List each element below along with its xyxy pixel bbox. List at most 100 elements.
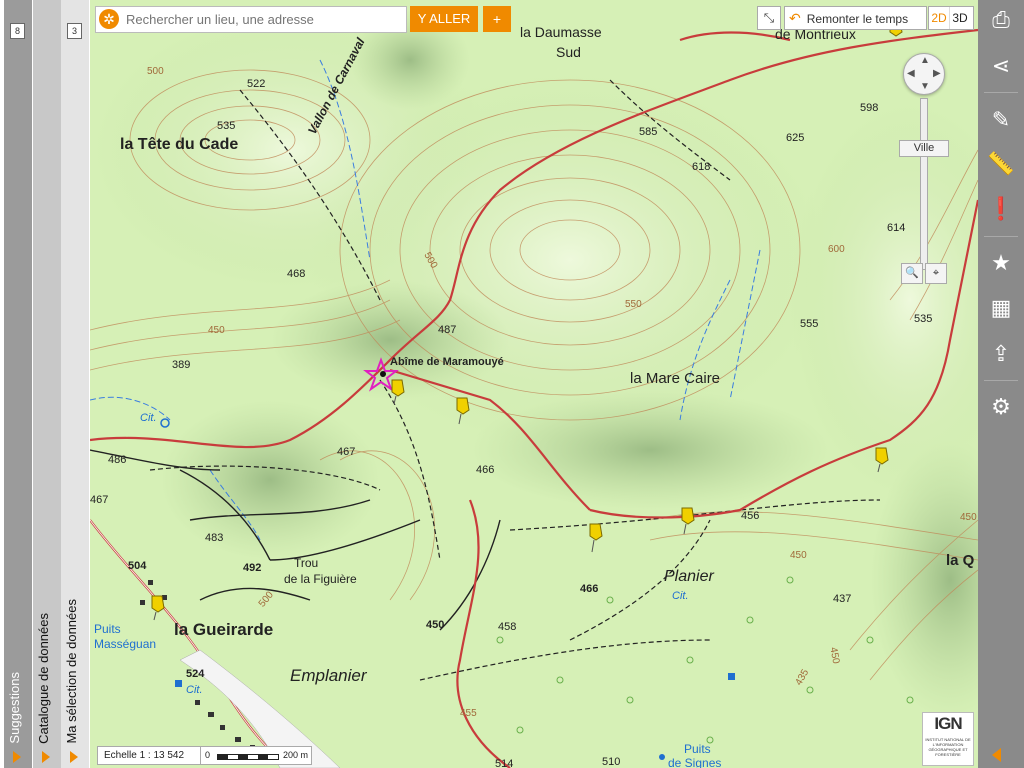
elevation-label: 468 [287, 268, 306, 280]
ign-logo[interactable]: IGN INSTITUT NATIONAL DE L'INFORMATION G… [922, 712, 974, 766]
scale-ratio: Echelle 1 : 13 542 [97, 746, 205, 765]
place-label: la Gueirarde [174, 620, 274, 639]
pan-control[interactable]: ▲ ▼ ◀ ▶ [903, 53, 945, 95]
right-toolbar: ⎙ ⋖ ✎ 📏 ❗ ★ ▦ ⇪ ⚙ [978, 0, 1024, 768]
elevation-label: 535 [914, 313, 933, 325]
place-label: Puits [684, 742, 711, 756]
contour-label: 500 [147, 66, 164, 77]
elevation-label: 522 [247, 78, 266, 90]
pan-up-icon[interactable]: ▲ [920, 55, 930, 66]
elevation-label: 614 [887, 222, 906, 234]
place-label: Sud [556, 44, 581, 60]
geoportail-logo-icon[interactable]: ✲ [99, 9, 119, 29]
elevation-label: 510 [602, 756, 621, 768]
map-canvas[interactable]: la Tête du Cade Vallon de Carnaval la Da… [90, 0, 978, 768]
ign-logo-subtitle: INSTITUT NATIONAL DE L'INFORMATION GÉOGR… [925, 737, 971, 757]
tab-selection-label: Ma sélection de données [64, 599, 79, 744]
star-icon[interactable]: ★ [978, 243, 1024, 283]
scale-end: 200 m [283, 750, 309, 760]
pan-right-icon[interactable]: ▶ [933, 68, 941, 79]
place-label: Abîme de Maramouyé [390, 356, 504, 368]
place-label: Masséguan [94, 637, 157, 651]
place-label: la Tête du Cade [120, 136, 239, 153]
contour-label: 550 [625, 299, 642, 310]
ign-logo-text: IGN [934, 714, 962, 733]
tab-suggestions-label: Suggestions [7, 672, 22, 744]
topographic-map [90, 10, 978, 768]
time-travel-label: Remonter le temps [806, 12, 909, 26]
tab-catalogue[interactable]: Catalogue de données [33, 0, 61, 768]
elevation-label: 618 [692, 161, 711, 173]
view-2d-button[interactable]: 2D [929, 7, 950, 29]
elevation-label: 524 [186, 668, 205, 680]
view-mode-toggle: 2D 3D [928, 6, 974, 30]
import-icon[interactable]: ⇪ [978, 334, 1024, 374]
zoom-search-icon[interactable]: 🔍 [901, 263, 923, 284]
place-label: la Q [946, 552, 975, 569]
elevation-label: 504 [128, 560, 147, 572]
elevation-label: 466 [476, 464, 495, 476]
pencil-icon[interactable]: ✎ [978, 100, 1024, 140]
time-travel-button[interactable]: ↶ Remonter le temps [784, 6, 927, 30]
ruler-icon[interactable]: 📏 [978, 144, 1024, 184]
elevation-label: 458 [498, 621, 517, 633]
elevation-label: 467 [337, 446, 356, 458]
collapse-toolbar-icon[interactable] [992, 748, 1001, 762]
elevation-label: 437 [833, 593, 852, 605]
elevation-label: 456 [741, 510, 760, 522]
elevation-label: 467 [90, 494, 109, 506]
undo-arrow-icon: ↶ [789, 10, 801, 26]
elevation-label: 466 [580, 583, 599, 595]
contour-label: 450 [208, 325, 225, 336]
tab-catalogue-label: Catalogue de données [36, 613, 51, 744]
pan-down-icon[interactable]: ▼ [920, 81, 930, 92]
elevation-label: 487 [438, 324, 457, 336]
search-input[interactable] [124, 9, 404, 30]
alert-icon[interactable]: ❗ [978, 189, 1024, 229]
view-3d-button[interactable]: 3D [950, 7, 970, 29]
contour-label: 455 [460, 708, 477, 719]
map-icon[interactable]: ▦ [978, 288, 1024, 328]
toolbar-divider [984, 380, 1018, 381]
contour-label: 450 [960, 512, 977, 523]
contour-label: 450 [790, 550, 807, 561]
place-label: la Daumasse [520, 24, 602, 40]
scale-bar: 0 200 m [200, 746, 312, 765]
printer-icon[interactable]: ⎙ [978, 0, 1024, 40]
cit-label: Cit. [672, 590, 689, 602]
tab-arrow-icon[interactable] [70, 751, 78, 763]
elevation-label: 492 [243, 562, 262, 574]
tab-suggestions[interactable]: 8 Suggestions [4, 0, 32, 768]
pan-left-icon[interactable]: ◀ [907, 68, 915, 79]
go-button[interactable]: Y ALLER [410, 6, 478, 32]
place-label: Trou [294, 556, 319, 570]
elevation-label: 585 [639, 126, 658, 138]
tab-selection[interactable]: 3 Ma sélection de données [61, 0, 89, 768]
elevation-label: 450 [426, 619, 445, 631]
zoom-slider[interactable] [920, 98, 928, 270]
advanced-search-button[interactable]: + [483, 6, 511, 32]
tab-arrow-icon[interactable] [13, 751, 21, 763]
elevation-label: 389 [172, 359, 191, 371]
contour-label: 600 [828, 244, 845, 255]
cit-label: Cit. [140, 412, 157, 424]
elevation-label: 514 [495, 758, 514, 768]
fullscreen-icon[interactable]: ⤡ [757, 6, 781, 30]
scale-bar-graphic [217, 754, 279, 760]
elevation-label: 486 [108, 454, 127, 466]
tab-selection-count: 3 [67, 23, 82, 39]
locate-icon[interactable]: ⌖ [925, 263, 947, 284]
share-icon[interactable]: ⋖ [978, 46, 1024, 86]
elevation-label: 598 [860, 102, 879, 114]
toolbar-divider [984, 236, 1018, 237]
toolbar-divider [984, 92, 1018, 93]
place-label: Puits [94, 622, 121, 636]
place-label: de la Figuière [284, 572, 357, 586]
zoom-level-label[interactable]: Ville [899, 140, 949, 157]
place-label: Planier [664, 568, 714, 585]
gear-icon[interactable]: ⚙ [978, 387, 1024, 427]
scale-zero: 0 [205, 750, 211, 760]
tab-arrow-icon[interactable] [42, 751, 50, 763]
tab-suggestions-count: 8 [10, 23, 25, 39]
place-label: de Signes [668, 756, 722, 768]
